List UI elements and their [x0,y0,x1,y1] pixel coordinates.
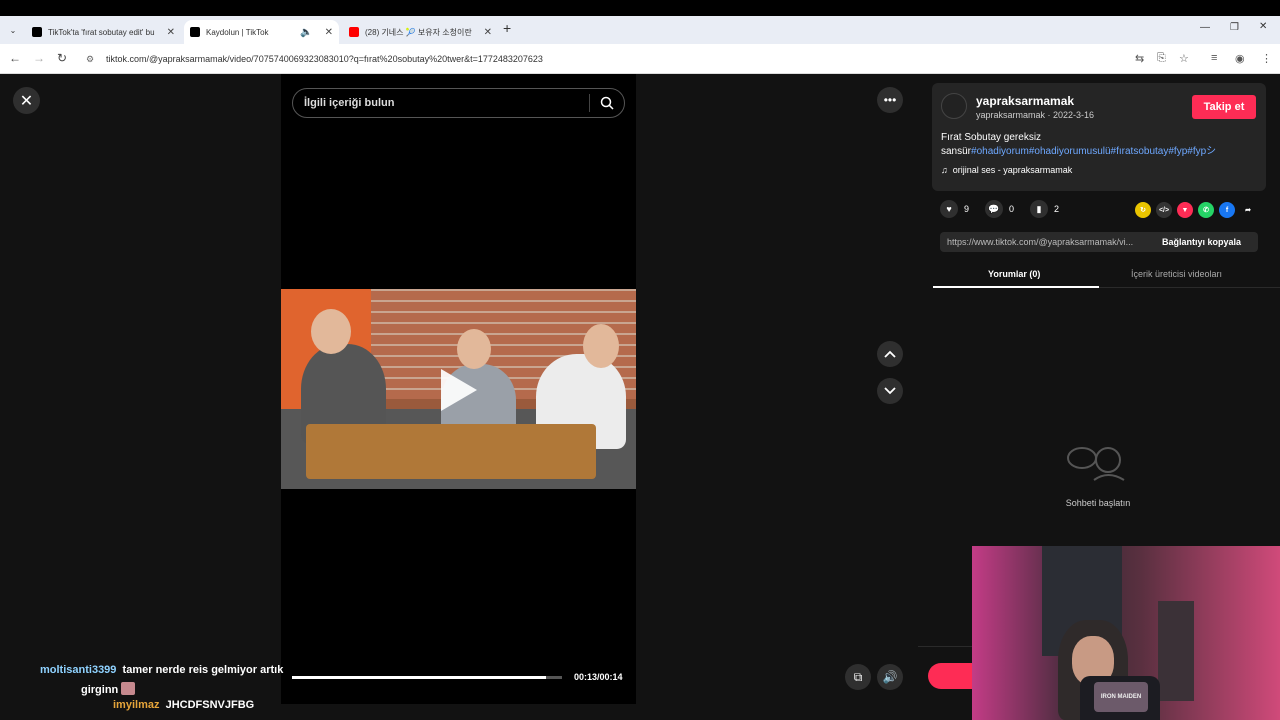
avatar[interactable] [941,93,967,119]
play-icon[interactable] [441,369,477,411]
video-time: 00:13/00:14 [574,672,623,682]
browser-tab-3[interactable]: (28) 기네스 🎾 보유자 소청이란 ✕ [343,20,498,44]
share-link-box: https://www.tiktok.com/@yapraksarmamak/v… [940,232,1258,252]
tab-strip: ⌄ TikTok'ta 'fırat sobutay edit' bu ✕ Ka… [0,16,1280,44]
webcam-overlay: IRON MAIDEN [972,546,1280,720]
bookmark-star-icon[interactable]: ☆ [1179,52,1189,65]
new-tab-button[interactable]: + [503,20,511,36]
close-tab-icon[interactable]: ✕ [167,27,175,38]
shirt-print: IRON MAIDEN [1094,682,1148,712]
related-search-input[interactable]: İlgili içeriği bulun [292,88,625,118]
next-video-button[interactable] [877,378,903,404]
media-control-icon[interactable]: ≡ [1211,52,1217,64]
video-progress-bar[interactable] [292,676,562,679]
more-options-button[interactable]: ••• [877,87,903,113]
empty-chat-icon [1064,442,1130,487]
music-title: orijinal ses - yapraksarmamak [952,165,1073,175]
close-tab-icon[interactable]: ✕ [484,27,492,38]
reload-icon[interactable]: ↻ [57,51,67,65]
copy-link-button[interactable]: Bağlantıyı kopyala [1150,237,1241,247]
back-icon[interactable]: ← [9,51,21,65]
close-window-icon[interactable]: ✕ [1259,21,1267,32]
save-count: 2 [1054,204,1060,214]
tab-creator-videos[interactable]: İçerik üreticisi videoları [1131,269,1222,279]
post-info-card: yapraksarmamak yapraksarmamak · 2022-3-1… [932,83,1266,191]
engagement-actions: ♥ 9 💬 0 ▮ 2 [940,200,1075,218]
empty-comments-text: Sohbeti başlatın [1065,498,1131,508]
head-middle [457,329,491,369]
share-buttons: ↻ </> ▼ ✆ f ➦ [1135,202,1261,218]
music-note-icon: ♫ [941,165,948,175]
install-icon[interactable]: ⎘ [1157,52,1166,65]
comment-button[interactable]: 💬 0 [985,200,1014,218]
previous-video-button[interactable] [877,341,903,367]
video-frame[interactable] [281,289,636,489]
address-bar: ← → ↻ ⚙ tiktok.com/@yapraksarmamak/video… [0,44,1280,74]
whatsapp-icon[interactable]: ✆ [1198,202,1214,218]
head-right [583,324,619,368]
browser-tab-1[interactable]: TikTok'ta 'fırat sobutay edit' bu ✕ [26,20,181,44]
hashtag[interactable]: #fypシ [1187,146,1216,157]
coffee-table [306,424,596,479]
forward-icon[interactable]: → [33,51,45,65]
hashtag[interactable]: #fıratsobutay [1111,146,1169,157]
site-info-icon[interactable]: ⚙ [86,54,100,65]
bookmark-icon: ▮ [1030,200,1049,218]
youtube-favicon-icon [349,27,359,37]
head-left [311,309,351,354]
music-link[interactable]: ♫ orijinal ses - yapraksarmamak [941,165,1072,175]
hashtag[interactable]: #fyp [1168,146,1187,157]
facebook-icon[interactable]: f [1219,202,1235,218]
webcam-shelf [1158,601,1194,701]
like-button[interactable]: ♥ 9 [940,200,969,218]
hashtag[interactable]: #ohadiyorum [971,146,1029,157]
profile-icon[interactable]: ◉ [1235,52,1245,65]
active-tab-indicator [933,286,1099,288]
post-caption: Fırat Sobutay gereksiz sansür#ohadiyorum… [941,131,1261,159]
username[interactable]: yapraksarmamak [976,94,1074,108]
tab-title: Kaydolun | TikTok [206,27,269,37]
volume-button[interactable]: 🔊 [877,664,903,690]
comment-count: 0 [1009,204,1015,214]
tab-title: (28) 기네스 🎾 보유자 소청이란 [365,27,472,37]
send-to-friends-icon[interactable]: ▼ [1177,202,1193,218]
url-field[interactable]: ⚙ tiktok.com/@yapraksarmamak/video/70757… [80,48,1125,70]
menu-icon[interactable]: ⋮ [1261,52,1272,65]
save-button[interactable]: ▮ 2 [1030,200,1059,218]
translate-icon[interactable]: ⇆ [1135,52,1144,65]
search-placeholder: İlgili içeriği bulun [304,97,395,109]
restore-icon[interactable]: ❐ [1230,22,1239,33]
floating-player-button[interactable]: ⧉ [845,664,871,690]
share-arrow-icon[interactable]: ➦ [1240,202,1256,218]
close-video-button[interactable]: ✕ [13,87,40,114]
audio-icon[interactable]: 🔈 [300,27,312,38]
hashtag[interactable]: #ohadiyorumusulü [1029,146,1111,157]
video-link[interactable]: https://www.tiktok.com/@yapraksarmamak/v… [940,237,1150,247]
repost-icon[interactable]: ↻ [1135,202,1151,218]
like-count: 9 [964,204,970,214]
tiktok-favicon-icon [32,27,42,37]
post-meta: yapraksarmamak · 2022-3-16 [976,110,1095,120]
browser-tab-2[interactable]: Kaydolun | TikTok 🔈 ✕ [184,20,339,44]
follow-button[interactable]: Takip et [1192,95,1256,119]
comment-tabs: Yorumlar (0) İçerik üreticisi videoları [933,264,1280,288]
tab-comments[interactable]: Yorumlar (0) [988,269,1040,279]
close-tab-icon[interactable]: ✕ [325,27,333,38]
embed-icon[interactable]: </> [1156,202,1172,218]
tiktok-favicon-icon [190,27,200,37]
tab-search-button[interactable]: ⌄ [4,21,22,39]
top-bezel [0,0,1280,16]
progress-fill [292,676,546,679]
comment-icon: 💬 [985,200,1004,218]
minimize-icon[interactable]: — [1200,22,1210,33]
search-icon[interactable] [590,96,624,110]
url-text: tiktok.com/@yapraksarmamak/video/7075740… [106,54,543,64]
tab-title: TikTok'ta 'fırat sobutay edit' bu [48,27,155,37]
heart-icon: ♥ [940,200,958,218]
